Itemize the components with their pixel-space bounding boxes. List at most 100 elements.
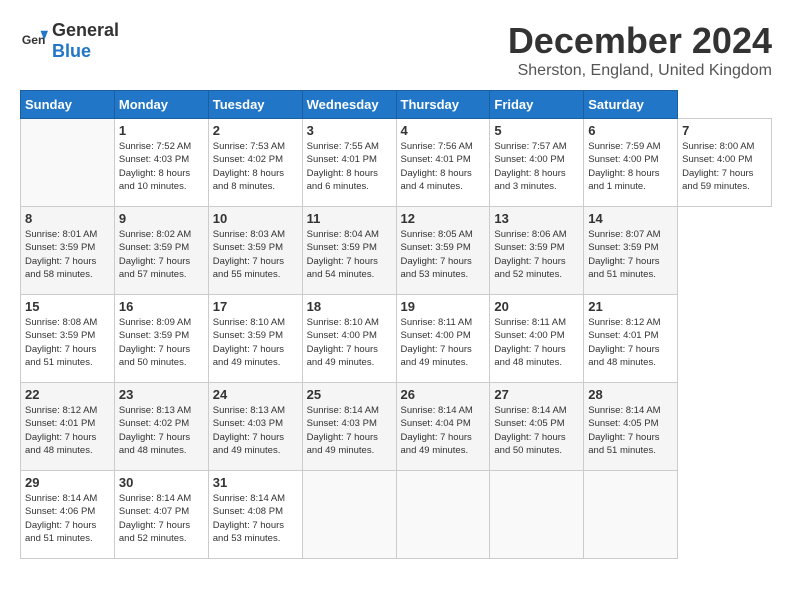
day-info: Sunrise: 7:53 AM Sunset: 4:02 PM Dayligh… (213, 140, 298, 193)
day-number: 31 (213, 475, 298, 490)
header-row: SundayMondayTuesdayWednesdayThursdayFrid… (21, 91, 772, 119)
day-number: 1 (119, 123, 204, 138)
day-number: 18 (307, 299, 392, 314)
calendar-cell: 15Sunrise: 8:08 AM Sunset: 3:59 PM Dayli… (21, 295, 115, 383)
calendar-cell (21, 119, 115, 207)
day-info: Sunrise: 8:05 AM Sunset: 3:59 PM Dayligh… (401, 228, 486, 281)
month-year-title: December 2024 (508, 20, 772, 62)
day-number: 24 (213, 387, 298, 402)
day-info: Sunrise: 7:57 AM Sunset: 4:00 PM Dayligh… (494, 140, 579, 193)
day-info: Sunrise: 8:09 AM Sunset: 3:59 PM Dayligh… (119, 316, 204, 369)
calendar-cell: 1 Sunrise: 7:52 AM Sunset: 4:03 PM Daylig… (114, 119, 208, 207)
calendar-cell: 18 Sunrise: 8:10 AM Sunset: 4:00 PM Dayli… (302, 295, 396, 383)
location-subtitle: Sherston, England, United Kingdom (508, 62, 772, 80)
calendar-cell: 4 Sunrise: 7:56 AM Sunset: 4:01 PM Daylig… (396, 119, 490, 207)
calendar-cell: 2 Sunrise: 7:53 AM Sunset: 4:02 PM Daylig… (208, 119, 302, 207)
column-header-tuesday: Tuesday (208, 91, 302, 119)
day-number: 8 (25, 211, 110, 226)
column-header-wednesday: Wednesday (302, 91, 396, 119)
day-number: 28 (588, 387, 673, 402)
day-info: Sunrise: 8:03 AM Sunset: 3:59 PM Dayligh… (213, 228, 298, 281)
column-header-saturday: Saturday (584, 91, 678, 119)
week-row-5: 29 Sunrise: 8:14 AM Sunset: 4:06 PM Dayli… (21, 471, 772, 559)
calendar-cell: 28 Sunrise: 8:14 AM Sunset: 4:05 PM Dayli… (584, 383, 678, 471)
column-header-monday: Monday (114, 91, 208, 119)
day-info: Sunrise: 8:13 AM Sunset: 4:03 PM Dayligh… (213, 404, 298, 457)
day-info: Sunrise: 8:14 AM Sunset: 4:04 PM Dayligh… (401, 404, 486, 457)
day-info: Sunrise: 8:04 AM Sunset: 3:59 PM Dayligh… (307, 228, 392, 281)
column-header-sunday: Sunday (21, 91, 115, 119)
day-info: Sunrise: 7:55 AM Sunset: 4:01 PM Dayligh… (307, 140, 392, 193)
day-info: Sunrise: 8:10 AM Sunset: 4:00 PM Dayligh… (307, 316, 392, 369)
calendar-cell: 20 Sunrise: 8:11 AM Sunset: 4:00 PM Dayli… (490, 295, 584, 383)
day-info: Sunrise: 8:02 AM Sunset: 3:59 PM Dayligh… (119, 228, 204, 281)
calendar-cell (490, 471, 584, 559)
day-number: 25 (307, 387, 392, 402)
day-number: 19 (401, 299, 486, 314)
day-number: 21 (588, 299, 673, 314)
week-row-2: 8 Sunrise: 8:01 AM Sunset: 3:59 PM Daylig… (21, 207, 772, 295)
calendar-cell: 30Sunrise: 8:14 AM Sunset: 4:07 PM Dayli… (114, 471, 208, 559)
day-number: 3 (307, 123, 392, 138)
calendar-cell: 24 Sunrise: 8:13 AM Sunset: 4:03 PM Dayli… (208, 383, 302, 471)
calendar-cell (302, 471, 396, 559)
title-area: December 2024 Sherston, England, United … (508, 20, 772, 80)
calendar-cell: 5 Sunrise: 7:57 AM Sunset: 4:00 PM Daylig… (490, 119, 584, 207)
calendar-cell: 9 Sunrise: 8:02 AM Sunset: 3:59 PM Daylig… (114, 207, 208, 295)
day-info: Sunrise: 8:14 AM Sunset: 4:03 PM Dayligh… (307, 404, 392, 457)
day-info: Sunrise: 8:14 AM Sunset: 4:06 PM Dayligh… (25, 492, 110, 545)
day-info: Sunrise: 8:00 AM Sunset: 4:00 PM Dayligh… (682, 140, 767, 193)
day-number: 13 (494, 211, 579, 226)
day-number: 23 (119, 387, 204, 402)
day-info: Sunrise: 8:12 AM Sunset: 4:01 PM Dayligh… (588, 316, 673, 369)
day-info: Sunrise: 8:07 AM Sunset: 3:59 PM Dayligh… (588, 228, 673, 281)
day-number: 11 (307, 211, 392, 226)
day-number: 30 (119, 475, 204, 490)
calendar-cell: 8 Sunrise: 8:01 AM Sunset: 3:59 PM Daylig… (21, 207, 115, 295)
calendar-cell: 26Sunrise: 8:14 AM Sunset: 4:04 PM Dayli… (396, 383, 490, 471)
day-info: Sunrise: 8:10 AM Sunset: 3:59 PM Dayligh… (213, 316, 298, 369)
day-number: 10 (213, 211, 298, 226)
calendar-cell: 23Sunrise: 8:13 AM Sunset: 4:02 PM Dayli… (114, 383, 208, 471)
day-info: Sunrise: 7:52 AM Sunset: 4:03 PM Dayligh… (119, 140, 204, 193)
calendar-cell: 22Sunrise: 8:12 AM Sunset: 4:01 PM Dayli… (21, 383, 115, 471)
calendar-cell: 19 Sunrise: 8:11 AM Sunset: 4:00 PM Dayli… (396, 295, 490, 383)
day-number: 9 (119, 211, 204, 226)
calendar-cell: 31 Sunrise: 8:14 AM Sunset: 4:08 PM Dayli… (208, 471, 302, 559)
week-row-4: 22Sunrise: 8:12 AM Sunset: 4:01 PM Dayli… (21, 383, 772, 471)
day-info: Sunrise: 8:01 AM Sunset: 3:59 PM Dayligh… (25, 228, 110, 281)
day-number: 29 (25, 475, 110, 490)
day-number: 5 (494, 123, 579, 138)
day-number: 4 (401, 123, 486, 138)
column-header-thursday: Thursday (396, 91, 490, 119)
day-info: Sunrise: 7:59 AM Sunset: 4:00 PM Dayligh… (588, 140, 673, 193)
day-number: 20 (494, 299, 579, 314)
day-info: Sunrise: 8:14 AM Sunset: 4:05 PM Dayligh… (494, 404, 579, 457)
calendar-cell: 14 Sunrise: 8:07 AM Sunset: 3:59 PM Dayli… (584, 207, 678, 295)
calendar-cell: 13 Sunrise: 8:06 AM Sunset: 3:59 PM Dayli… (490, 207, 584, 295)
logo-general-text: General (52, 20, 119, 40)
svg-text:Gen: Gen (22, 33, 46, 47)
calendar-table: SundayMondayTuesdayWednesdayThursdayFrid… (20, 90, 772, 559)
day-info: Sunrise: 8:14 AM Sunset: 4:05 PM Dayligh… (588, 404, 673, 457)
day-number: 15 (25, 299, 110, 314)
week-row-1: 1 Sunrise: 7:52 AM Sunset: 4:03 PM Daylig… (21, 119, 772, 207)
logo-icon: Gen (20, 27, 48, 55)
day-info: Sunrise: 8:11 AM Sunset: 4:00 PM Dayligh… (494, 316, 579, 369)
header: Gen General Blue December 2024 Sherston,… (20, 20, 772, 80)
day-number: 7 (682, 123, 767, 138)
day-info: Sunrise: 8:11 AM Sunset: 4:00 PM Dayligh… (401, 316, 486, 369)
calendar-cell: 16 Sunrise: 8:09 AM Sunset: 3:59 PM Dayli… (114, 295, 208, 383)
day-number: 2 (213, 123, 298, 138)
day-info: Sunrise: 8:14 AM Sunset: 4:08 PM Dayligh… (213, 492, 298, 545)
day-number: 17 (213, 299, 298, 314)
calendar-cell: 29 Sunrise: 8:14 AM Sunset: 4:06 PM Dayli… (21, 471, 115, 559)
day-number: 16 (119, 299, 204, 314)
week-row-3: 15Sunrise: 8:08 AM Sunset: 3:59 PM Dayli… (21, 295, 772, 383)
day-info: Sunrise: 7:56 AM Sunset: 4:01 PM Dayligh… (401, 140, 486, 193)
calendar-cell: 17 Sunrise: 8:10 AM Sunset: 3:59 PM Dayli… (208, 295, 302, 383)
day-info: Sunrise: 8:06 AM Sunset: 3:59 PM Dayligh… (494, 228, 579, 281)
calendar-cell: 10 Sunrise: 8:03 AM Sunset: 3:59 PM Dayli… (208, 207, 302, 295)
day-number: 14 (588, 211, 673, 226)
calendar-cell: 11 Sunrise: 8:04 AM Sunset: 3:59 PM Dayli… (302, 207, 396, 295)
